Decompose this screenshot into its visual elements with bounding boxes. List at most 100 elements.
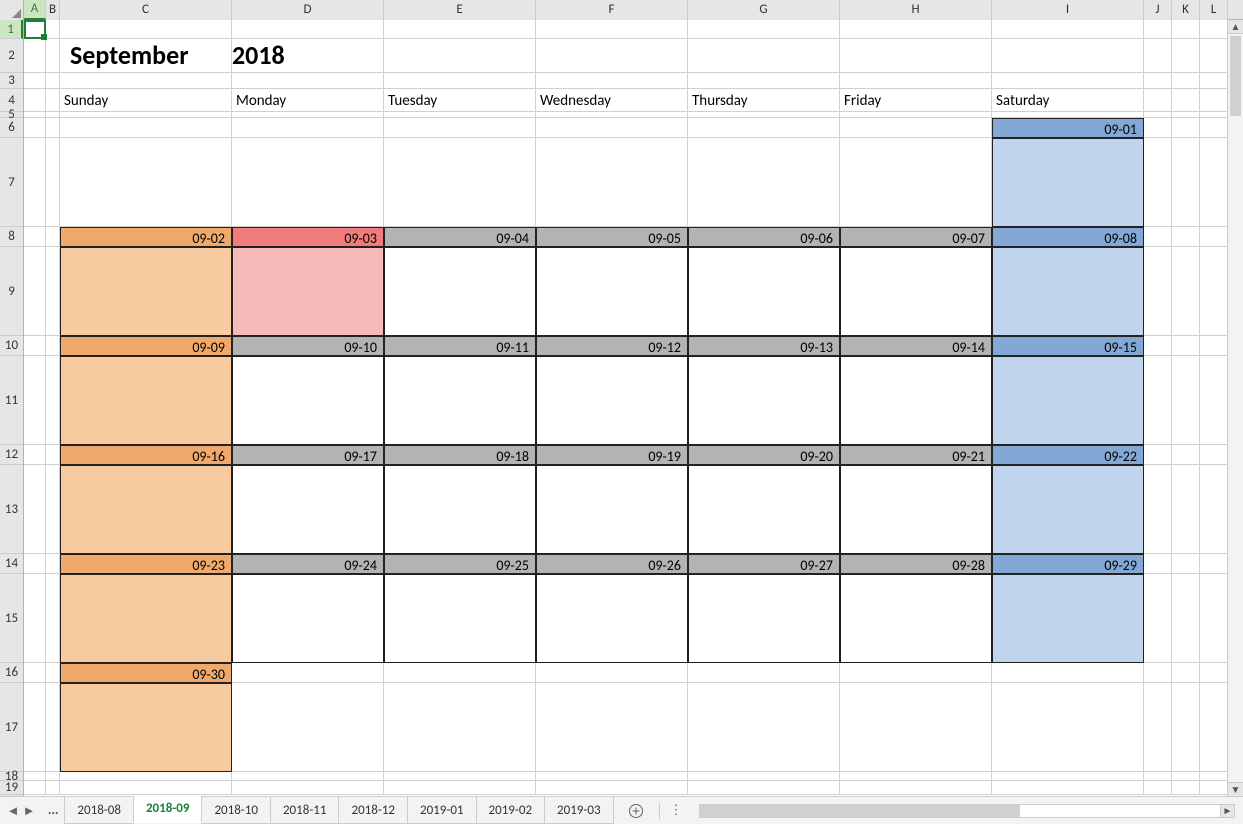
row-header-6[interactable]: 6 bbox=[0, 118, 23, 138]
vscroll-thumb[interactable] bbox=[1230, 36, 1241, 116]
tab-overflow-ellipsis[interactable]: ... bbox=[42, 803, 64, 818]
sheet-tab-2018-11[interactable]: 2018-11 bbox=[270, 797, 340, 824]
cal-date-09-07[interactable]: 09-07 bbox=[840, 227, 992, 247]
cal-body-09-08[interactable] bbox=[992, 247, 1144, 336]
row-header-1[interactable]: 1 bbox=[0, 20, 23, 39]
sheet-tab-2018-09[interactable]: 2018-09 bbox=[133, 796, 203, 823]
cal-body-09-28[interactable] bbox=[840, 574, 992, 663]
col-header-K[interactable]: K bbox=[1172, 0, 1200, 20]
col-header-D[interactable]: D bbox=[232, 0, 384, 20]
cal-body-09-30[interactable] bbox=[60, 683, 232, 772]
worksheet-area[interactable]: September 2018 SundayMondayTuesdayWednes… bbox=[24, 20, 1243, 796]
select-all-corner[interactable] bbox=[0, 0, 24, 20]
horizontal-scrollbar[interactable]: ◄ ► bbox=[699, 804, 1235, 818]
col-header-F[interactable]: F bbox=[536, 0, 688, 20]
row-header-17[interactable]: 17 bbox=[0, 683, 23, 772]
sheet-tab-2019-03[interactable]: 2019-03 bbox=[544, 797, 614, 824]
scroll-down-icon[interactable]: ▼ bbox=[1228, 782, 1243, 796]
col-header-E[interactable]: E bbox=[384, 0, 536, 20]
cal-body-09-25[interactable] bbox=[384, 574, 536, 663]
cal-date-09-30[interactable]: 09-30 bbox=[60, 663, 232, 683]
cal-date-09-02[interactable]: 09-02 bbox=[60, 227, 232, 247]
row-header-7[interactable]: 7 bbox=[0, 138, 23, 227]
row-header-14[interactable]: 14 bbox=[0, 554, 23, 574]
col-header-I[interactable]: I bbox=[992, 0, 1144, 20]
cal-date-09-12[interactable]: 09-12 bbox=[536, 336, 688, 356]
cal-date-09-29[interactable]: 09-29 bbox=[992, 554, 1144, 574]
cal-date-09-01[interactable]: 09-01 bbox=[992, 118, 1144, 138]
tab-options-icon[interactable]: ⋮ bbox=[670, 803, 691, 818]
cal-date-09-10[interactable]: 09-10 bbox=[232, 336, 384, 356]
cal-date-09-26[interactable]: 09-26 bbox=[536, 554, 688, 574]
cal-date-09-21[interactable]: 09-21 bbox=[840, 445, 992, 465]
cal-date-09-09[interactable]: 09-09 bbox=[60, 336, 232, 356]
cal-date-09-23[interactable]: 09-23 bbox=[60, 554, 232, 574]
col-header-J[interactable]: J bbox=[1144, 0, 1172, 20]
cal-body-09-05[interactable] bbox=[536, 247, 688, 336]
cal-date-09-25[interactable]: 09-25 bbox=[384, 554, 536, 574]
cal-body-09-16[interactable] bbox=[60, 465, 232, 554]
col-header-C[interactable]: C bbox=[60, 0, 232, 20]
cal-body-09-18[interactable] bbox=[384, 465, 536, 554]
cal-body-09-29[interactable] bbox=[992, 574, 1144, 663]
row-header-9[interactable]: 9 bbox=[0, 247, 23, 336]
cal-date-09-24[interactable]: 09-24 bbox=[232, 554, 384, 574]
cal-body-09-27[interactable] bbox=[688, 574, 840, 663]
col-header-B[interactable]: B bbox=[46, 0, 60, 20]
hscroll-thumb[interactable] bbox=[700, 805, 1021, 817]
cal-body-09-14[interactable] bbox=[840, 356, 992, 445]
cal-body-09-20[interactable] bbox=[688, 465, 840, 554]
row-header-16[interactable]: 16 bbox=[0, 663, 23, 683]
col-header-L[interactable]: L bbox=[1200, 0, 1228, 20]
cal-date-09-27[interactable]: 09-27 bbox=[688, 554, 840, 574]
active-cell[interactable] bbox=[24, 20, 46, 39]
cal-date-09-11[interactable]: 09-11 bbox=[384, 336, 536, 356]
cal-body-09-01[interactable] bbox=[992, 138, 1144, 227]
cal-body-09-02[interactable] bbox=[60, 247, 232, 336]
scroll-up-icon[interactable]: ▲ bbox=[1228, 20, 1243, 34]
cal-body-09-23[interactable] bbox=[60, 574, 232, 663]
row-header-19[interactable]: 19 bbox=[0, 781, 23, 795]
scroll-right-icon[interactable]: ► bbox=[1220, 805, 1234, 817]
vertical-scrollbar[interactable]: ▲ ▼ bbox=[1227, 20, 1243, 796]
cal-body-09-11[interactable] bbox=[384, 356, 536, 445]
tab-nav-next-icon[interactable]: ► bbox=[22, 804, 36, 818]
cal-body-09-22[interactable] bbox=[992, 465, 1144, 554]
cal-body-09-04[interactable] bbox=[384, 247, 536, 336]
cal-body-09-24[interactable] bbox=[232, 574, 384, 663]
cal-body-09-12[interactable] bbox=[536, 356, 688, 445]
row-header-10[interactable]: 10 bbox=[0, 336, 23, 356]
cal-date-09-17[interactable]: 09-17 bbox=[232, 445, 384, 465]
cal-body-09-06[interactable] bbox=[688, 247, 840, 336]
row-header-12[interactable]: 12 bbox=[0, 445, 23, 465]
cal-date-09-03[interactable]: 09-03 bbox=[232, 227, 384, 247]
add-sheet-button[interactable] bbox=[623, 803, 649, 819]
row-header-3[interactable]: 3 bbox=[0, 73, 23, 89]
cal-date-09-13[interactable]: 09-13 bbox=[688, 336, 840, 356]
sheet-tab-2018-08[interactable]: 2018-08 bbox=[64, 797, 134, 824]
cal-body-09-21[interactable] bbox=[840, 465, 992, 554]
cal-body-09-09[interactable] bbox=[60, 356, 232, 445]
cal-date-09-14[interactable]: 09-14 bbox=[840, 336, 992, 356]
row-header-15[interactable]: 15 bbox=[0, 574, 23, 663]
col-header-G[interactable]: G bbox=[688, 0, 840, 20]
cal-date-09-18[interactable]: 09-18 bbox=[384, 445, 536, 465]
cal-date-09-19[interactable]: 09-19 bbox=[536, 445, 688, 465]
cal-date-09-28[interactable]: 09-28 bbox=[840, 554, 992, 574]
cal-date-09-15[interactable]: 09-15 bbox=[992, 336, 1144, 356]
cal-date-09-08[interactable]: 09-08 bbox=[992, 227, 1144, 247]
cal-body-09-26[interactable] bbox=[536, 574, 688, 663]
cal-body-09-07[interactable] bbox=[840, 247, 992, 336]
row-header-13[interactable]: 13 bbox=[0, 465, 23, 554]
cal-body-09-03[interactable] bbox=[232, 247, 384, 336]
cal-date-09-20[interactable]: 09-20 bbox=[688, 445, 840, 465]
cal-date-09-22[interactable]: 09-22 bbox=[992, 445, 1144, 465]
row-header-2[interactable]: 2 bbox=[0, 39, 23, 73]
sheet-tab-2018-10[interactable]: 2018-10 bbox=[201, 797, 271, 824]
cal-date-09-05[interactable]: 09-05 bbox=[536, 227, 688, 247]
sheet-tab-2019-01[interactable]: 2019-01 bbox=[407, 797, 477, 824]
tab-nav-prev-icon[interactable]: ◄ bbox=[6, 804, 20, 818]
row-header-11[interactable]: 11 bbox=[0, 356, 23, 445]
cal-body-09-13[interactable] bbox=[688, 356, 840, 445]
cal-body-09-17[interactable] bbox=[232, 465, 384, 554]
